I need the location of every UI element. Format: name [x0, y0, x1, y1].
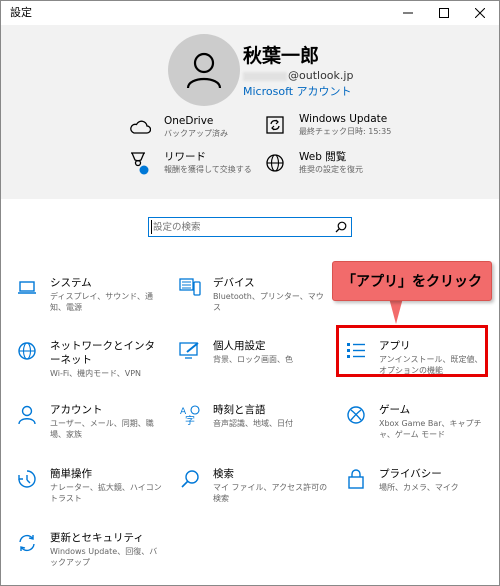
quick-link-title: OneDrive [164, 115, 214, 127]
search-icon [178, 467, 202, 491]
category-title: ネットワークとインターネット [50, 340, 155, 366]
category-title: 時刻と言語 [213, 404, 266, 416]
category-subtitle: Bluetooth、プリンター、マウス [213, 292, 324, 312]
quick-link-title: リワード [164, 151, 206, 163]
quick-link-title: Web 閲覧 [299, 151, 347, 163]
settings-search[interactable] [148, 217, 352, 237]
redacted-email [243, 71, 287, 81]
account-header: 秋葉一郎 @outlook.jp Microsoft アカウント OneDriv… [1, 25, 499, 199]
callout-tail [389, 298, 403, 324]
user-email-domain: @outlook.jp [288, 69, 354, 82]
category-title: 個人用設定 [213, 340, 266, 352]
quick-link-title: Windows Update [299, 113, 388, 125]
category-subtitle: Wi-Fi、機内モード、VPN [50, 369, 142, 378]
quick-link-rewards[interactable]: リワード 報酬を獲得して交換する [128, 151, 252, 175]
category-title: アカウント [50, 404, 103, 416]
search-icon[interactable] [335, 221, 347, 233]
person-icon [15, 403, 39, 427]
text-caret [151, 220, 152, 234]
category-time-language[interactable]: A字 時刻と言語 音声認識、地域、日付 [178, 403, 328, 429]
quick-link-onedrive[interactable]: OneDrive バックアップ済み [128, 115, 228, 139]
user-email: @outlook.jp [243, 69, 353, 82]
sync-icon [263, 113, 287, 137]
svg-text:字: 字 [185, 414, 195, 426]
avatar[interactable] [168, 34, 240, 106]
category-title: システム [50, 277, 92, 289]
category-subtitle: ディスプレイ、サウンド、通知、電源 [50, 292, 153, 312]
category-update-security[interactable]: 更新とセキュリティ Windows Update、回復、バックアップ [15, 531, 165, 568]
category-title: 検索 [213, 468, 234, 480]
personalization-icon [178, 339, 202, 363]
network-globe-icon [15, 339, 39, 363]
category-title: デバイス [213, 277, 255, 289]
quick-link-subtitle: バックアップ済み [164, 129, 228, 138]
category-network[interactable]: ネットワークとインターネット Wi-Fi、機内モード、VPN [15, 339, 165, 379]
category-subtitle: 背景、ロック画面、色 [213, 355, 293, 364]
settings-window: 設定 秋葉一郎 @outlook.jp Microsoft アカウント OneD… [0, 0, 500, 586]
category-subtitle: 場所、カメラ、マイク [379, 483, 459, 492]
title-bar: 設定 [1, 1, 499, 25]
quick-link-subtitle: 推奨の設定を復元 [299, 165, 363, 174]
category-system[interactable]: システム ディスプレイ、サウンド、通知、電源 [15, 276, 165, 313]
category-personalization[interactable]: 個人用設定 背景、ロック画面、色 [178, 339, 328, 365]
category-subtitle: Xbox Game Bar、キャプチャ、ゲーム モード [379, 419, 482, 439]
lock-icon [344, 467, 368, 491]
user-name: 秋葉一郎 [243, 45, 320, 67]
laptop-icon [15, 276, 39, 300]
category-title: プライバシー [379, 468, 442, 480]
category-subtitle: ユーザー、メール、同期、職場、家族 [50, 419, 154, 439]
category-subtitle: 音声認識、地域、日付 [213, 419, 293, 428]
category-accounts[interactable]: アカウント ユーザー、メール、同期、職場、家族 [15, 403, 165, 440]
close-icon [475, 8, 485, 18]
search-input[interactable] [153, 218, 329, 236]
close-button[interactable] [462, 1, 498, 25]
update-sync-icon [15, 531, 39, 555]
quick-link-subtitle: 最終チェック日時: 15:35 [299, 127, 392, 136]
category-subtitle: Windows Update、回復、バックアップ [50, 547, 158, 567]
category-subtitle: マイ ファイル、アクセス許可の検索 [213, 483, 328, 503]
cloud-icon [128, 115, 152, 139]
maximize-button[interactable] [426, 1, 462, 25]
category-devices[interactable]: デバイス Bluetooth、プリンター、マウス [178, 276, 328, 313]
xbox-icon [344, 403, 368, 427]
category-title: 更新とセキュリティ [50, 532, 144, 544]
maximize-icon [439, 8, 449, 18]
minimize-button[interactable] [390, 1, 426, 25]
time-language-icon: A字 [178, 403, 202, 427]
category-title: 簡単操作 [50, 468, 92, 480]
keyboard-icon [178, 276, 202, 300]
globe-icon [263, 151, 287, 175]
category-privacy[interactable]: プライバシー 場所、カメラ、マイク [344, 467, 484, 493]
quick-link-subtitle: 報酬を獲得して交換する [164, 165, 252, 174]
category-subtitle: ナレーター、拡大鏡、ハイコントラスト [50, 483, 162, 503]
quick-link-web-browsing[interactable]: Web 閲覧 推奨の設定を復元 [263, 151, 363, 175]
trophy-icon [128, 151, 152, 175]
microsoft-account-link[interactable]: Microsoft アカウント [243, 83, 352, 99]
apps-highlight-box [336, 325, 488, 377]
window-title: 設定 [10, 6, 32, 19]
minimize-icon [403, 12, 413, 14]
ease-of-access-icon [15, 467, 39, 491]
category-title: ゲーム [379, 404, 411, 416]
quick-link-windows-update[interactable]: Windows Update 最終チェック日時: 15:35 [263, 113, 391, 137]
user-avatar-icon [186, 52, 222, 89]
category-ease-of-access[interactable]: 簡単操作 ナレーター、拡大鏡、ハイコントラスト [15, 467, 165, 504]
category-search[interactable]: 検索 マイ ファイル、アクセス許可の検索 [178, 467, 328, 504]
instruction-callout: 「アプリ」をクリック [332, 261, 492, 301]
category-gaming[interactable]: ゲーム Xbox Game Bar、キャプチャ、ゲーム モード [344, 403, 484, 440]
